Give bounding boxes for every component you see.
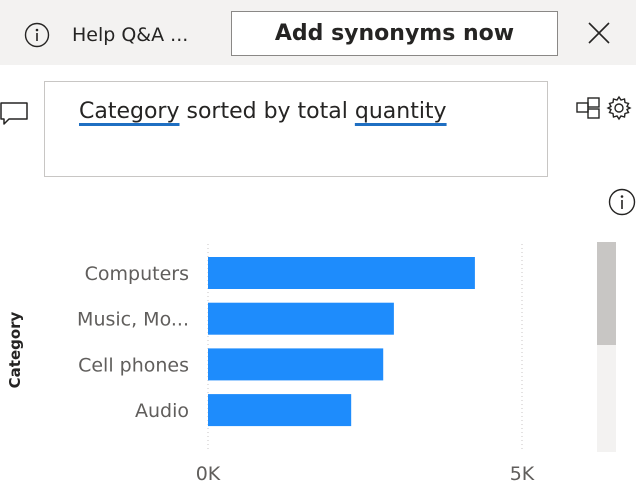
category-label: Audio bbox=[135, 400, 189, 422]
bar-chart: 0K 5K Computers Music, Mo... Cell phones Audi… bbox=[77, 244, 535, 485]
bar[interactable] bbox=[208, 394, 352, 427]
close-icon[interactable] bbox=[586, 20, 612, 46]
category-label: Computers bbox=[85, 263, 189, 285]
qa-toolbar: Help Q&A ... Add synonyms now bbox=[0, 0, 636, 65]
question-text: sorted by total bbox=[179, 99, 355, 124]
chart-scrollbar-thumb[interactable] bbox=[597, 242, 616, 345]
add-synonyms-button[interactable]: Add synonyms now bbox=[231, 11, 558, 56]
category-label: Music, Mo... bbox=[77, 309, 189, 331]
info-icon[interactable] bbox=[24, 22, 50, 48]
convert-to-visual-icon[interactable] bbox=[575, 95, 601, 121]
category-label: Cell phones bbox=[78, 354, 189, 376]
gear-icon[interactable] bbox=[606, 95, 632, 121]
bar[interactable] bbox=[208, 257, 475, 289]
bar[interactable] bbox=[208, 348, 384, 381]
question-term-quantity: quantity bbox=[354, 99, 447, 124]
comment-icon bbox=[0, 102, 28, 125]
question-term-category: Category bbox=[79, 99, 180, 124]
chart-info-icon[interactable] bbox=[608, 188, 636, 216]
x-tick-label: 5K bbox=[510, 463, 535, 485]
question-input[interactable]: Category sorted by total quantity bbox=[44, 81, 548, 177]
help-qa-label[interactable]: Help Q&A ... bbox=[72, 22, 188, 48]
bar[interactable] bbox=[208, 302, 394, 335]
x-tick-label: 0K bbox=[196, 463, 221, 485]
